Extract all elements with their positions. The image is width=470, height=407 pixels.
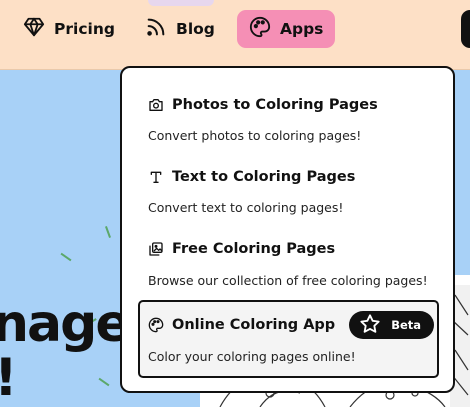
menu-item-description: Color your coloring pages online!	[148, 349, 356, 364]
nav-item-label: Blog	[176, 20, 215, 38]
header-action-button[interactable]	[461, 10, 470, 48]
camera-icon	[148, 97, 164, 113]
beta-badge: Beta	[349, 311, 435, 339]
top-nav-bar: Pricing Blog Apps	[0, 0, 470, 70]
rss-icon	[145, 16, 167, 42]
palette-icon	[249, 16, 271, 42]
menu-item-title: Photos to Coloring Pages	[172, 97, 378, 113]
menu-item-free-coloring-pages[interactable]: Free Coloring Pages Browse our collectio…	[122, 220, 453, 295]
menu-item-photos-to-coloring[interactable]: Photos to Coloring Pages Convert photos …	[122, 68, 453, 148]
nav-item-label: Apps	[280, 20, 324, 38]
nav-hover-hint	[148, 0, 214, 6]
menu-item-online-coloring-app[interactable]: Online Coloring App Beta Color your colo…	[138, 300, 439, 378]
hero-heading-line2: !	[0, 352, 18, 404]
hero-heading-line1: nage	[0, 294, 131, 354]
nav-item-label: Pricing	[54, 20, 115, 38]
star-icon	[359, 313, 381, 338]
palette-icon	[148, 317, 164, 333]
menu-item-title: Free Coloring Pages	[172, 241, 336, 257]
confetti-decoration	[98, 377, 110, 387]
confetti-decoration	[105, 226, 111, 238]
nav-item-pricing[interactable]: Pricing	[11, 10, 127, 48]
menu-item-title: Text to Coloring Pages	[172, 169, 356, 185]
images-icon	[148, 241, 164, 257]
apps-dropdown-menu: Photos to Coloring Pages Convert photos …	[120, 66, 455, 393]
menu-item-description: Browse our collection of free coloring p…	[148, 273, 428, 288]
diamond-icon	[23, 16, 45, 42]
text-icon	[148, 169, 164, 185]
confetti-decoration	[60, 252, 72, 262]
menu-item-description: Convert photos to coloring pages!	[148, 128, 362, 143]
menu-item-title: Online Coloring App	[172, 317, 336, 333]
nav-item-blog[interactable]: Blog	[133, 10, 227, 48]
menu-item-text-to-coloring[interactable]: Text to Coloring Pages Convert text to c…	[122, 148, 453, 220]
menu-item-description: Convert text to coloring pages!	[148, 200, 344, 215]
beta-badge-label: Beta	[391, 318, 422, 332]
nav-item-apps[interactable]: Apps	[237, 10, 336, 48]
